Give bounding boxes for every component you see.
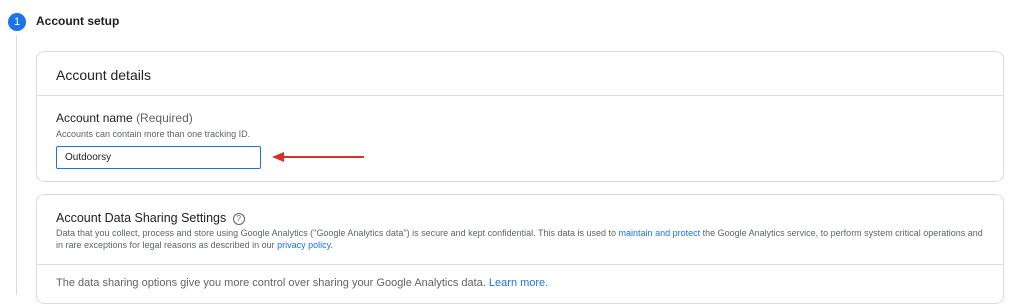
divider [37, 264, 1003, 265]
account-details-header: Account details [37, 52, 1003, 96]
maintain-and-protect-link[interactable]: maintain and protect [619, 228, 701, 238]
sharing-options-text-body: The data sharing options give you more c… [56, 277, 489, 289]
data-sharing-card: Account Data Sharing Settings ? Data tha… [36, 194, 1004, 304]
annotation-arrow-icon [272, 152, 364, 162]
sharing-options-text: The data sharing options give you more c… [56, 277, 548, 289]
account-name-input[interactable] [56, 146, 261, 169]
privacy-policy-link[interactable]: privacy policy [277, 240, 330, 250]
account-name-help: Accounts can contain more than one track… [56, 129, 251, 139]
account-name-label-text: Account name [56, 111, 133, 125]
learn-more-link[interactable]: Learn more. [489, 277, 548, 289]
stepper-line [16, 35, 17, 295]
step-number-badge: 1 [8, 13, 26, 31]
account-details-card: Account details Account name (Required) … [36, 51, 1004, 182]
desc-text-3: . [330, 240, 333, 250]
data-sharing-title-text: Account Data Sharing Settings [56, 211, 227, 225]
step-title: Account setup [36, 14, 120, 28]
data-sharing-description: Data that you collect, process and store… [56, 227, 986, 251]
desc-text-1: Data that you collect, process and store… [56, 228, 619, 238]
data-sharing-title: Account Data Sharing Settings ? [56, 211, 245, 225]
required-label: (Required) [136, 111, 193, 125]
help-icon[interactable]: ? [232, 213, 245, 225]
account-name-label: Account name (Required) [56, 111, 193, 125]
